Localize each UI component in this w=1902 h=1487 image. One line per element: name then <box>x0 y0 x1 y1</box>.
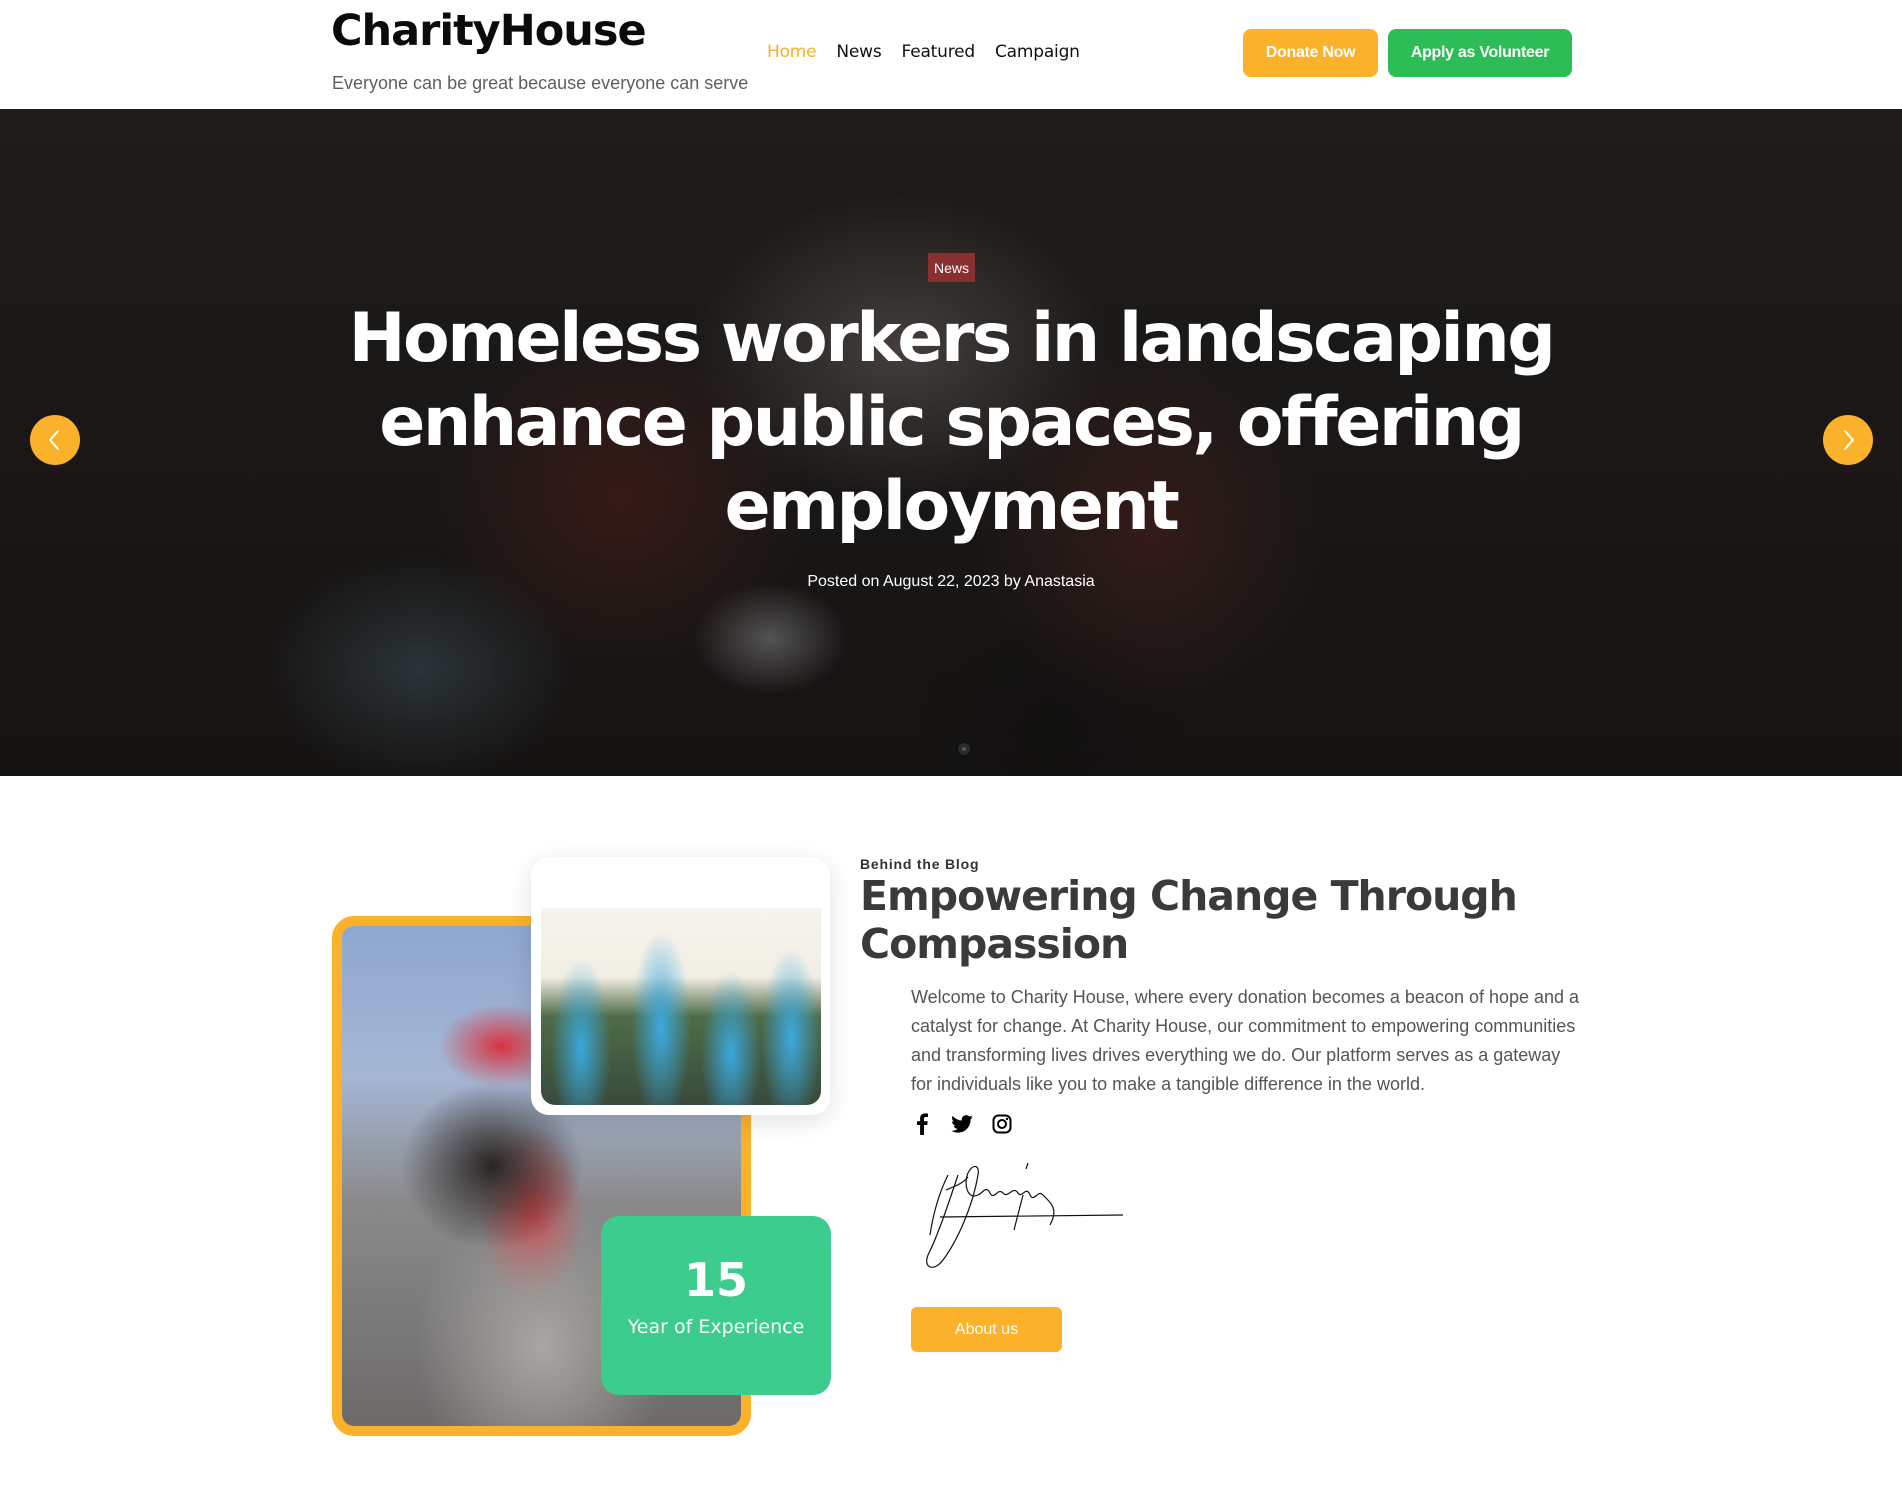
experience-number: 15 <box>683 1253 748 1307</box>
instagram-link[interactable] <box>991 1113 1013 1135</box>
chevron-right-icon <box>1844 430 1854 450</box>
twitter-icon <box>951 1115 973 1133</box>
site-tagline: Everyone can be great because everyone c… <box>332 73 749 93</box>
hero-title[interactable]: Homeless workers in landscaping enhance … <box>300 297 1602 549</box>
site-logo[interactable]: CharityHouse <box>331 6 647 56</box>
experience-box: 15 Year of Experience <box>601 1216 831 1395</box>
nav-item-home[interactable]: Home <box>767 42 817 62</box>
category-badge[interactable]: News <box>928 253 975 282</box>
social-links <box>911 1113 1013 1135</box>
slider-next-button[interactable] <box>1823 415 1873 465</box>
chevron-left-icon <box>49 430 59 450</box>
experience-label: Year of Experience <box>627 1316 805 1338</box>
nav-item-news[interactable]: News <box>836 42 881 62</box>
section-eyebrow: Behind the Blog <box>860 856 980 872</box>
instagram-icon <box>992 1114 1012 1134</box>
hero-slider: News Homeless workers in landscaping enh… <box>0 109 1902 776</box>
volunteers-photo-card <box>531 857 830 1115</box>
signature-image <box>926 1162 1124 1268</box>
slider-dot-1[interactable] <box>956 741 972 757</box>
nav-item-featured[interactable]: Featured <box>902 42 976 62</box>
donate-now-button[interactable]: Donate Now <box>1243 29 1378 77</box>
facebook-link[interactable] <box>911 1113 933 1135</box>
facebook-icon <box>917 1113 928 1135</box>
slider-prev-button[interactable] <box>30 415 80 465</box>
volunteers-photo <box>541 908 821 1105</box>
post-meta: Posted on August 22, 2023 by Anastasia <box>807 573 1095 590</box>
twitter-link[interactable] <box>951 1113 973 1135</box>
site-header: CharityHouse Everyone can be great becau… <box>0 0 1902 109</box>
about-us-button[interactable]: About us <box>911 1307 1062 1352</box>
nav-item-campaign[interactable]: Campaign <box>995 42 1080 62</box>
section-title: Empowering Change Through Compassion <box>860 872 1518 968</box>
apply-volunteer-button[interactable]: Apply as Volunteer <box>1388 29 1572 77</box>
about-paragraph: Welcome to Charity House, where every do… <box>911 987 1580 1094</box>
main-nav: Home News Featured Campaign <box>767 42 1080 62</box>
